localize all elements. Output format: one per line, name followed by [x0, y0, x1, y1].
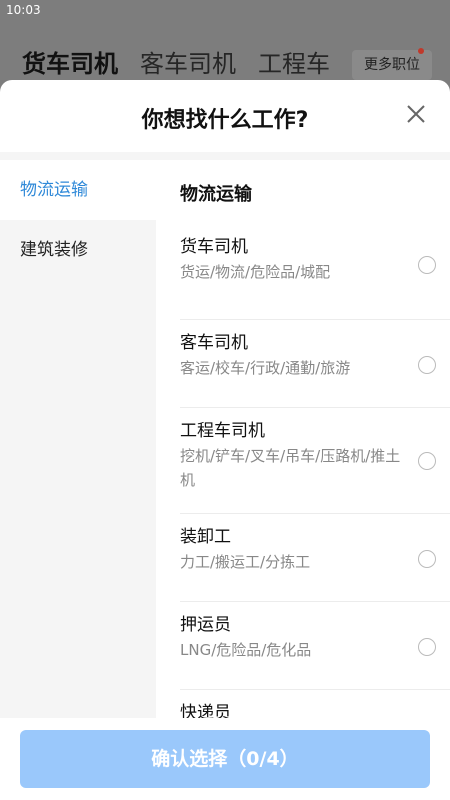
- job-name: 装卸工: [180, 527, 231, 547]
- status-bar: 10:03: [0, 0, 450, 20]
- close-icon: [407, 105, 425, 123]
- job-description: 挖机/铲车/叉车/吊车/压路机/推土机: [180, 447, 401, 489]
- more-positions-button: 更多职位: [352, 48, 432, 80]
- section-title: 物流运输: [180, 184, 252, 205]
- job-name: 客车司机: [180, 333, 248, 353]
- sheet-title: 你想找什么工作?: [141, 108, 309, 133]
- notification-dot: [418, 48, 424, 54]
- tab-engineering-vehicle: 工程车: [258, 50, 330, 78]
- job-description: 力工/搬运工/分拣工: [180, 553, 311, 571]
- list-item[interactable]: 工程车司机 挖机/铲车/叉车/吊车/压路机/推土机: [180, 408, 450, 514]
- job-description: 客运/校车/行政/通勤/旅游: [180, 359, 351, 377]
- category-sidebar: 物流运输 建筑装修: [0, 160, 156, 800]
- sidebar-item-logistics[interactable]: 物流运输: [0, 160, 156, 220]
- sheet-header: 你想找什么工作?: [0, 80, 450, 152]
- job-radio[interactable]: [418, 550, 436, 568]
- job-name: 押运员: [180, 615, 231, 635]
- job-radio[interactable]: [418, 256, 436, 274]
- job-description: 货运/物流/危险品/城配: [180, 263, 331, 281]
- job-radio[interactable]: [418, 638, 436, 656]
- job-list: 物流运输 货车司机 货运/物流/危险品/城配 客车司机 客运/校车/行政/通勤/…: [156, 160, 450, 800]
- header-divider: [0, 152, 450, 160]
- tab-bus-driver: 客车司机: [140, 50, 236, 78]
- list-item[interactable]: 装卸工 力工/搬运工/分拣工: [180, 514, 450, 602]
- more-positions-label: 更多职位: [364, 57, 420, 73]
- job-radio[interactable]: [418, 356, 436, 374]
- status-time: 10:03: [6, 3, 41, 17]
- list-item[interactable]: 押运员 LNG/危险品/危化品: [180, 602, 450, 690]
- sidebar-item-construction[interactable]: 建筑装修: [0, 220, 156, 280]
- job-description: LNG/危险品/危化品: [180, 641, 312, 659]
- job-radio[interactable]: [418, 452, 436, 470]
- close-button[interactable]: [404, 102, 428, 126]
- job-name: 货车司机: [180, 237, 248, 257]
- list-item[interactable]: 货车司机 货运/物流/危险品/城配: [180, 232, 450, 320]
- list-item[interactable]: 客车司机 客运/校车/行政/通勤/旅游: [180, 320, 450, 408]
- tab-truck-driver: 货车司机: [22, 50, 118, 78]
- background-tab-bar: 货车司机 客车司机 工程车 更多职位: [0, 44, 450, 84]
- sheet-footer: 确认选择（0/4）: [0, 718, 450, 800]
- job-picker-sheet: 你想找什么工作? 物流运输 建筑装修 物流运输 货车司机 货运/物流/危险品/城…: [0, 80, 450, 800]
- job-name: 工程车司机: [180, 421, 265, 441]
- confirm-selection-button[interactable]: 确认选择（0/4）: [20, 730, 430, 788]
